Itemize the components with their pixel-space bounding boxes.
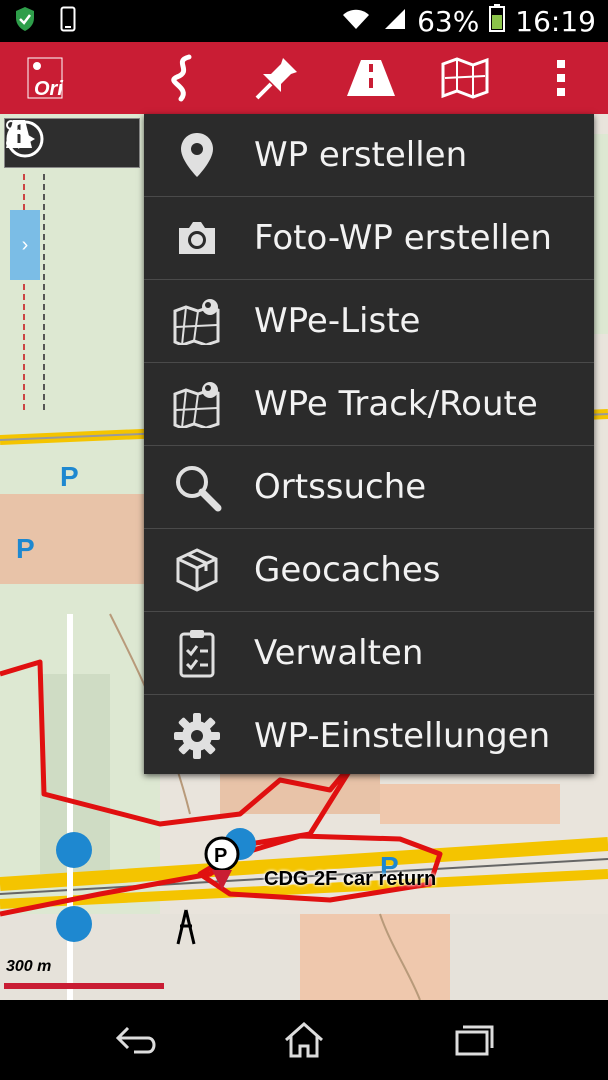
signal-icon — [381, 5, 407, 38]
menu-item-label: WP erstellen — [254, 135, 468, 175]
shield-check-icon — [14, 6, 36, 37]
battery-percent: 63% — [417, 4, 480, 38]
menu-item-verwalten[interactable]: Verwalten — [144, 612, 594, 694]
back-button[interactable] — [106, 1014, 166, 1066]
menu-item-wp-einstellungen[interactable]: WP-Einstellungen — [144, 695, 594, 777]
side-panel-tab[interactable]: › — [10, 210, 40, 280]
pin-button[interactable] — [232, 42, 322, 114]
road-icon — [347, 60, 395, 96]
menu-item-ortssuche[interactable]: Ortssuche — [144, 446, 594, 528]
menu-item-geocaches[interactable]: Geocaches — [144, 529, 594, 611]
home-button[interactable] — [274, 1014, 334, 1066]
overflow-menu-button[interactable] — [516, 42, 606, 114]
road-button[interactable] — [326, 42, 416, 114]
scale-bar — [4, 983, 164, 989]
route-button[interactable] — [138, 42, 228, 114]
menu-item-wpe-track-route[interactable]: WPe Track/Route — [144, 363, 594, 445]
route-icon — [171, 54, 192, 102]
waypoint-menu: WP erstellen Foto-WP erstellen WPe-Liste… — [144, 114, 594, 774]
recents-button[interactable] — [444, 1014, 504, 1066]
svg-text:P: P — [60, 461, 79, 492]
menu-item-wpe-liste[interactable]: WPe-Liste — [144, 280, 594, 362]
overflow-menu-icon — [557, 60, 565, 96]
menu-item-label: Foto-WP erstellen — [254, 218, 552, 258]
map-icon — [441, 57, 489, 99]
menu-item-label: Verwalten — [254, 633, 424, 673]
svg-text:P: P — [214, 845, 227, 867]
recents-icon — [455, 1025, 494, 1056]
menu-item-label: Geocaches — [254, 550, 441, 590]
camera-icon — [172, 213, 222, 263]
map-place-label: CDG 2F car return — [264, 868, 437, 890]
menu-item-label: WPe-Liste — [254, 301, 421, 341]
clock: 16:19 — [515, 4, 596, 38]
map-toolbox — [4, 118, 140, 168]
status-bar: 63% 16:19 — [0, 0, 608, 42]
menu-item-wp-erstellen[interactable]: WP erstellen — [144, 114, 594, 196]
pin-icon — [255, 58, 297, 100]
map-button[interactable] — [420, 42, 510, 114]
phone-outline-icon — [60, 6, 76, 37]
menu-item-label: WPe Track/Route — [254, 384, 538, 424]
gear-icon — [172, 711, 222, 761]
home-icon — [285, 1021, 323, 1058]
app-bar: Ori — [0, 42, 608, 114]
menu-item-foto-wp-erstellen[interactable]: Foto-WP erstellen — [144, 197, 594, 279]
wifi-icon — [341, 5, 371, 38]
battery-icon — [489, 3, 506, 39]
map-track-icon — [172, 379, 222, 429]
menu-item-label: Ortssuche — [254, 467, 427, 507]
location-pin-icon — [172, 130, 222, 180]
menu-item-label: WP-Einstellungen — [254, 716, 551, 756]
logo-text: Ori — [34, 78, 63, 100]
svg-text:P: P — [16, 533, 35, 564]
system-nav-bar — [0, 1000, 608, 1080]
map-list-icon — [172, 296, 222, 346]
app-logo[interactable]: Ori — [0, 42, 90, 114]
geocache-box-icon — [172, 545, 222, 595]
search-icon — [172, 462, 222, 512]
scale-label: 300 m — [6, 958, 52, 975]
clipboard-check-icon — [172, 628, 222, 678]
back-icon — [115, 1026, 156, 1054]
